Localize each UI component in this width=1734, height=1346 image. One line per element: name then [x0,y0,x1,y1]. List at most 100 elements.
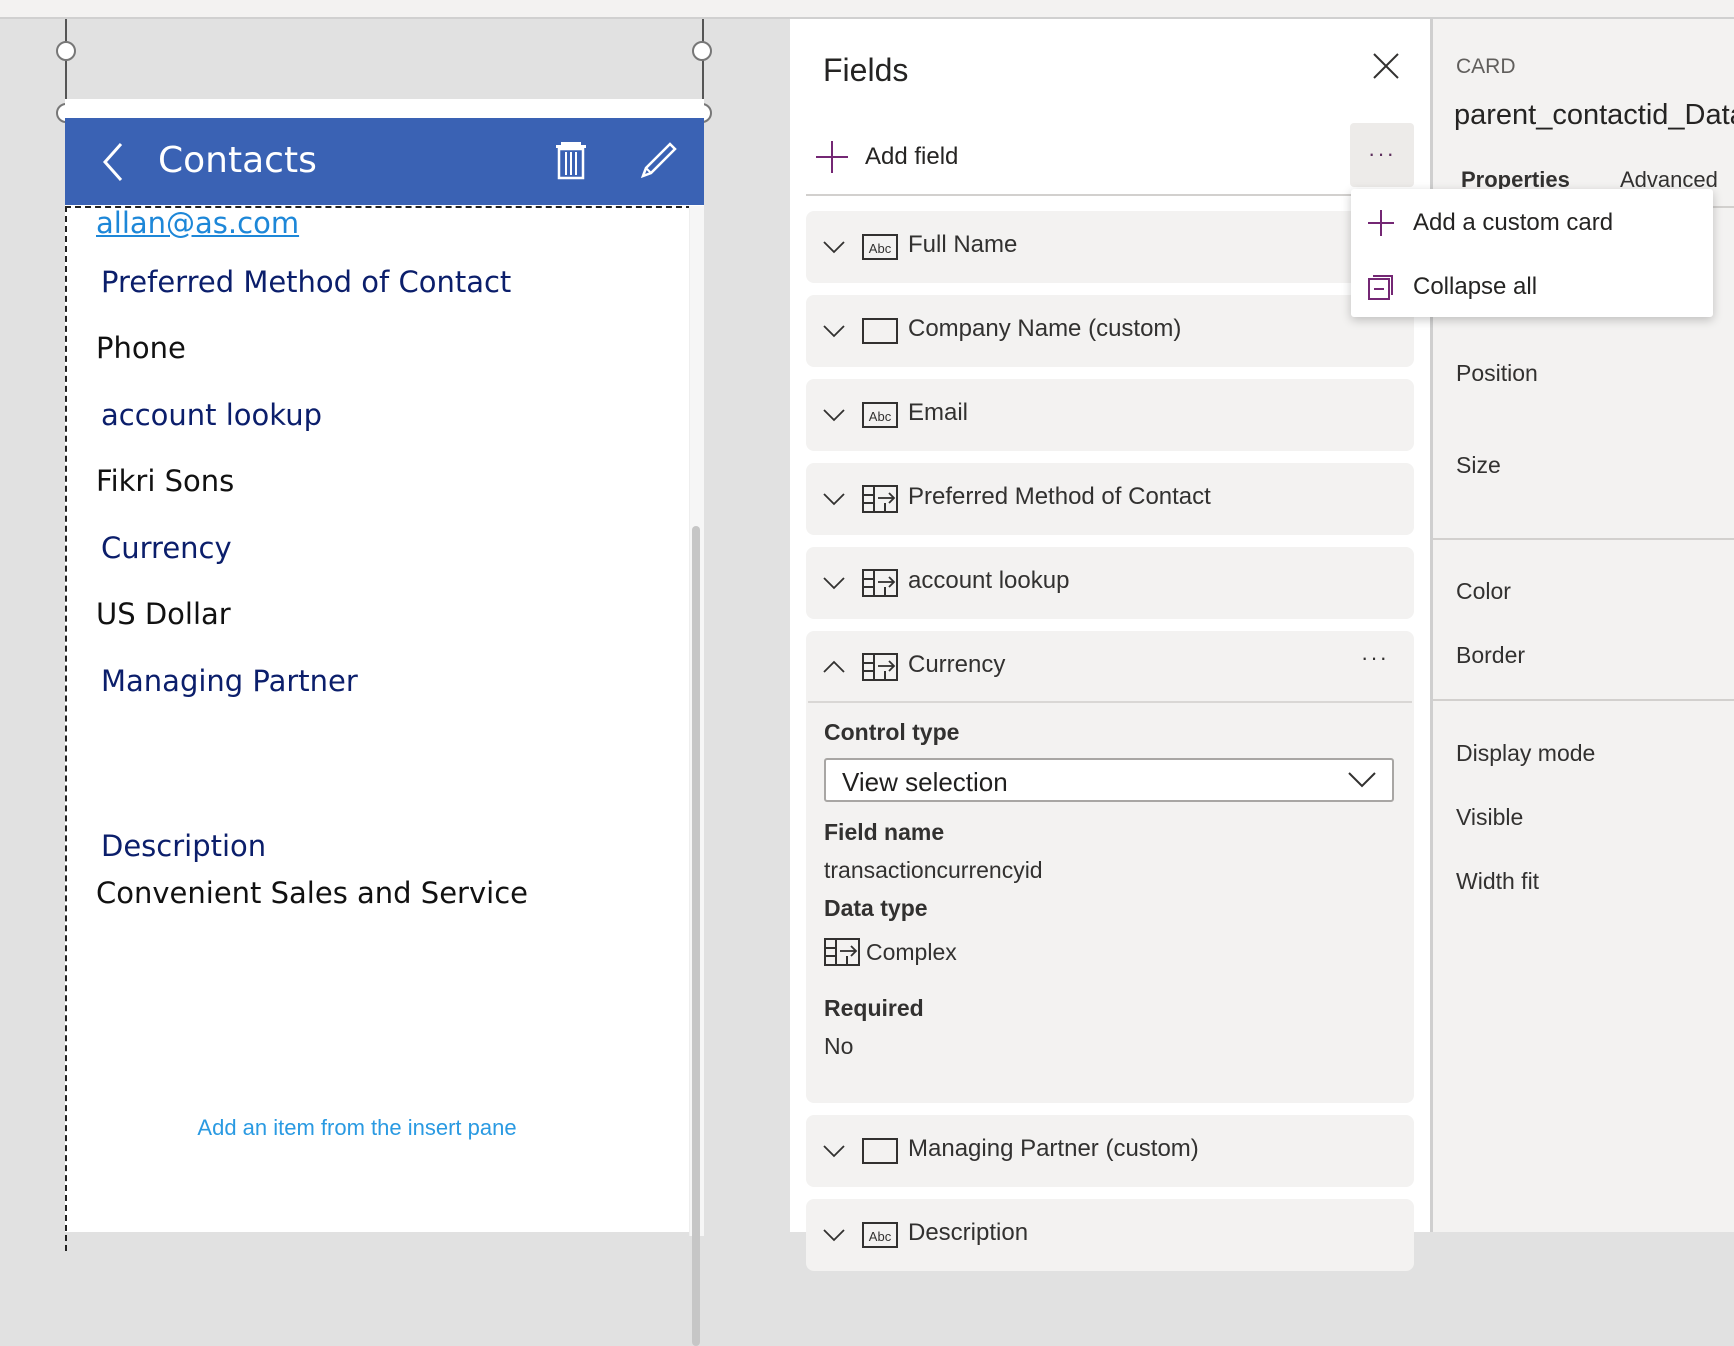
field-card-email: Abc Email [806,379,1414,451]
top-toolbar-strip [0,0,1734,19]
card-more-options-button[interactable]: ··· [1361,645,1389,671]
design-canvas[interactable]: Contacts allan@as.com Preferred Method o… [0,19,790,1346]
complex-icon [862,653,898,681]
chevron-down-icon [823,1229,845,1242]
data-type-value: Complex [866,939,957,965]
chevron-down-icon [823,325,845,338]
field-value-account-lookup: Fikri Sons [96,464,235,498]
more-options-menu: Add a custom card Collapse all [1351,189,1713,317]
section-divider [1433,538,1734,540]
text-abc-icon: Abc [862,1222,898,1248]
required-label: Required [824,995,924,1021]
control-type-dropdown[interactable]: View selection [824,758,1394,802]
add-field-button[interactable]: Add field [815,137,958,177]
field-card-header[interactable]: Preferred Method of Contact [806,463,1414,535]
chevron-down-icon [823,493,845,506]
resize-handle-right-top[interactable] [692,41,712,61]
menu-item-label: Collapse all [1413,273,1538,300]
field-card-header[interactable]: Abc Description [806,1199,1414,1271]
chevron-left-icon[interactable] [95,140,135,184]
field-card-account-lookup: account lookup [806,547,1414,619]
field-card-full-name: Abc Full Name [806,211,1414,283]
close-icon[interactable] [1371,51,1401,81]
field-card-header[interactable]: Abc Full Name [806,211,1414,283]
edit-form[interactable]: allan@as.com Preferred Method of Contact… [65,206,702,1251]
form-scrollbar-thumb[interactable] [692,526,700,1346]
pencil-icon[interactable] [637,140,679,182]
field-card-managing-partner: Managing Partner (custom) [806,1115,1414,1187]
control-type-value: View selection [842,767,1008,797]
field-name-label: Field name [824,819,945,845]
fields-pane-title: Fields [823,52,909,88]
field-card-name: Currency [908,651,1006,678]
field-card-preferred-method: Preferred Method of Contact [806,463,1414,535]
data-type-label: Data type [824,895,928,921]
more-icon: ··· [1368,141,1396,166]
chevron-down-icon [1348,772,1376,788]
plus-icon [816,141,848,173]
field-card-header[interactable]: Managing Partner (custom) [806,1115,1414,1187]
chevron-up-icon [823,660,845,673]
screen-header: Contacts [65,118,704,205]
email-value-link[interactable]: allan@as.com [96,206,299,240]
field-card-name: Full Name [908,231,1018,258]
field-value-currency: US Dollar [96,597,231,631]
field-card-name: Preferred Method of Contact [908,483,1211,510]
fields-divider [806,194,1412,196]
complex-icon [862,569,898,597]
field-card-header[interactable]: Currency ··· [806,631,1414,703]
property-size: Size [1456,452,1501,478]
svg-text:Abc: Abc [869,1229,892,1244]
svg-text:Abc: Abc [869,241,892,256]
field-card-name: Email [908,399,969,426]
card-divider [808,701,1412,703]
chevron-down-icon [823,577,845,590]
field-label-currency: Currency [101,531,232,565]
field-label-account-lookup: account lookup [101,398,322,432]
resize-handle-left-top[interactable] [56,41,76,61]
add-field-label: Add field [865,143,959,170]
field-card-name: Description [908,1219,1029,1246]
collapse-all-icon [1368,275,1393,300]
chevron-down-icon [823,1145,845,1158]
property-width-fit: Width fit [1456,868,1540,894]
field-card-name: account lookup [908,567,1070,594]
field-card-name: Managing Partner (custom) [908,1135,1199,1162]
app-screen: Contacts allan@as.com Preferred Method o… [65,99,704,1346]
property-visible: Visible [1456,804,1524,830]
trash-icon[interactable] [553,140,589,180]
field-value-description: Convenient Sales and Service [96,876,528,910]
menu-item-label: Add a custom card [1413,209,1614,236]
chevron-down-icon [823,409,845,422]
property-border: Border [1456,642,1526,668]
plus-icon [1368,210,1394,236]
required-value: No [824,1033,854,1059]
field-card-company-name: Company Name (custom) [806,295,1414,367]
blank-card-icon [862,1138,898,1164]
complex-icon [824,938,860,966]
menu-item-add-custom-card[interactable]: Add a custom card [1351,195,1713,251]
section-divider [1433,699,1734,701]
text-abc-icon: Abc [862,234,898,260]
insert-pane-hint: Add an item from the insert pane [197,1115,517,1140]
field-label-description: Description [101,829,267,863]
field-card-header[interactable]: Company Name (custom) [806,295,1414,367]
field-value-preferred-method: Phone [96,331,186,365]
control-kind: CARD [1456,55,1516,78]
property-display-mode: Display mode [1456,740,1596,766]
menu-item-collapse-all[interactable]: Collapse all [1351,259,1713,315]
chevron-down-icon [823,241,845,254]
blank-card-icon [862,318,898,344]
screen-title: Contacts [158,140,317,181]
field-card-header[interactable]: account lookup [806,547,1414,619]
field-label-managing-partner: Managing Partner [101,664,358,698]
more-options-button[interactable]: ··· [1350,123,1414,187]
text-abc-icon: Abc [862,402,898,428]
field-name-value: transactioncurrencyid [824,857,1043,883]
field-card-description: Abc Description [806,1199,1414,1271]
field-card-header[interactable]: Abc Email [806,379,1414,451]
control-type-label: Control type [824,719,960,745]
complex-icon [862,485,898,513]
property-position: Position [1456,360,1538,386]
fields-pane: Fields Add field ··· Abc Full Name Compa… [790,19,1430,1271]
